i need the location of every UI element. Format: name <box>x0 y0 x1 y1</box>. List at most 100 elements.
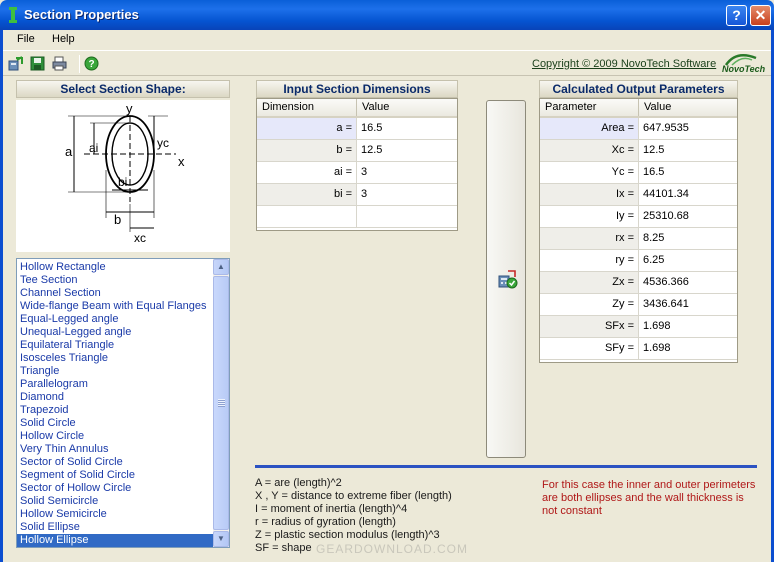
help-icon[interactable]: ? <box>84 56 99 71</box>
shape-list-item[interactable]: Channel Section <box>17 287 213 300</box>
shape-list-item[interactable]: Solid Circle <box>17 417 213 430</box>
row-value[interactable]: 4536.366 <box>639 272 737 293</box>
diagram-label-xc: xc <box>134 231 146 245</box>
vertical-scrollbar[interactable]: ▲ ▼ <box>213 259 229 547</box>
shape-list-item[interactable]: Hollow Rectangle <box>17 261 213 274</box>
row-label: ai = <box>257 162 357 183</box>
output-grid: Parameter Value Area = 647.9535 Xc = 12.5 Yc… <box>539 98 738 363</box>
shape-note: For this case the inner and outer perime… <box>542 479 756 517</box>
shape-list-item[interactable]: Equilateral Triangle <box>17 339 213 352</box>
row-value[interactable]: 16.5 <box>357 118 457 139</box>
scroll-thumb[interactable] <box>213 276 229 530</box>
table-row: Area = 647.9535 <box>540 118 737 140</box>
toolbar: ? Copyright © 2009 NovoTech Software Nov… <box>3 50 771 76</box>
print-icon[interactable] <box>52 56 67 71</box>
row-value[interactable]: 1.698 <box>639 316 737 337</box>
shape-list-item[interactable]: Tee Section <box>17 274 213 287</box>
legend-line: r = radius of gyration (length) <box>255 516 396 528</box>
calculator-icon[interactable] <box>8 56 23 71</box>
table-row: Yc = 16.5 <box>540 162 737 184</box>
novotech-logo: NovoTech <box>722 52 772 76</box>
table-row: rx = 8.25 <box>540 228 737 250</box>
input-grid: Dimension Value a = 16.5 b = 12.5 ai = 3 bi = 3 <box>256 98 458 231</box>
shape-list-item[interactable]: Wide-flange Beam with Equal Flanges <box>17 300 213 313</box>
row-label: SFy = <box>540 338 639 359</box>
table-row: ry = 6.25 <box>540 250 737 272</box>
app-icon <box>9 7 17 23</box>
row-value[interactable]: 1.698 <box>639 338 737 359</box>
diagram-label-b: b <box>114 212 121 227</box>
table-row: Ix = 44101.34 <box>540 184 737 206</box>
close-window-button[interactable]: ✕ <box>750 5 771 26</box>
shape-list-items: Hollow Rectangle Tee Section Channel Secti… <box>17 261 213 547</box>
row-value[interactable]: 16.5 <box>639 162 737 183</box>
table-row: Zy = 3436.641 <box>540 294 737 316</box>
toolbar-separator <box>79 55 80 73</box>
title-bar: Section Properties ? ✕ <box>0 0 774 30</box>
output-grid-header: Parameter Value <box>540 99 737 118</box>
row-value[interactable]: 647.9535 <box>639 118 737 139</box>
row-value[interactable] <box>357 206 457 227</box>
shape-list-item[interactable]: Hollow Semicircle <box>17 508 213 521</box>
shape-list-item[interactable]: Hollow Circle <box>17 430 213 443</box>
row-value[interactable]: 12.5 <box>357 140 457 161</box>
save-icon[interactable] <box>30 56 45 71</box>
scroll-up-icon[interactable]: ▲ <box>213 259 229 275</box>
calculate-icon <box>498 270 518 289</box>
table-row: Zx = 4536.366 <box>540 272 737 294</box>
row-value[interactable]: 6.25 <box>639 250 737 271</box>
section-diagram: y a ai yc x bi b xc <box>16 100 230 252</box>
legend-line: A = are (length)^2 <box>255 477 342 489</box>
shape-list-item[interactable]: Hollow Ellipse <box>17 534 213 547</box>
scroll-grip-icon <box>218 399 225 407</box>
shape-list-item[interactable]: Sector of Hollow Circle <box>17 482 213 495</box>
row-value[interactable]: 3 <box>357 184 457 205</box>
row-label: SFx = <box>540 316 639 337</box>
menu-help[interactable]: Help <box>52 33 75 45</box>
shape-list-item[interactable]: Solid Ellipse <box>17 521 213 534</box>
shape-list-item[interactable]: Unequal-Legged angle <box>17 326 213 339</box>
shape-list-item[interactable]: Diamond <box>17 391 213 404</box>
scroll-down-icon[interactable]: ▼ <box>213 531 229 547</box>
shape-list-item[interactable]: Sector of Solid Circle <box>17 456 213 469</box>
table-row: Xc = 12.5 <box>540 140 737 162</box>
row-label: Xc = <box>540 140 639 161</box>
row-value[interactable]: 44101.34 <box>639 184 737 205</box>
row-value[interactable]: 8.25 <box>639 228 737 249</box>
help-window-button[interactable]: ? <box>726 5 747 26</box>
row-value[interactable]: 25310.68 <box>639 206 737 227</box>
calculate-button[interactable] <box>486 100 526 458</box>
shape-list-item[interactable]: Parallelogram <box>17 378 213 391</box>
shape-list-item[interactable]: Segment of Solid Circle <box>17 469 213 482</box>
shape-list-item[interactable]: Solid Semicircle <box>17 495 213 508</box>
row-label: Zx = <box>540 272 639 293</box>
window-border-left <box>0 30 3 562</box>
table-row: Iy = 25310.68 <box>540 206 737 228</box>
output-panel-header: Calculated Output Parameters <box>539 80 738 98</box>
shape-list-item[interactable]: Trapezoid <box>17 404 213 417</box>
menu-file[interactable]: File <box>17 33 35 45</box>
legend-line: X , Y = distance to extreme fiber (lengt… <box>255 490 452 502</box>
column-output-value: Value <box>644 101 672 113</box>
diagram-label-y: y <box>126 101 133 116</box>
shape-list-item[interactable]: Very Thin Annulus <box>17 443 213 456</box>
table-row: SFy = 1.698 <box>540 338 737 360</box>
copyright-link[interactable]: Copyright © 2009 NovoTech Software <box>532 58 716 70</box>
shape-list-item[interactable]: Equal-Legged angle <box>17 313 213 326</box>
shape-list-item[interactable]: Isosceles Triangle <box>17 352 213 365</box>
table-row: b = 12.5 <box>257 140 457 162</box>
row-label: Yc = <box>540 162 639 183</box>
input-panel-header: Input Section Dimensions <box>256 80 458 98</box>
row-label: rx = <box>540 228 639 249</box>
row-value[interactable]: 3436.641 <box>639 294 737 315</box>
row-value[interactable]: 12.5 <box>639 140 737 161</box>
table-row <box>257 206 457 228</box>
shape-list-item[interactable]: Triangle <box>17 365 213 378</box>
watermark: GEARDOWNLOAD.COM <box>316 542 469 556</box>
row-label: Area = <box>540 118 639 139</box>
menu-bar: File Help <box>3 30 771 50</box>
column-dimension: Dimension <box>257 99 357 116</box>
row-value[interactable]: 3 <box>357 162 457 183</box>
shape-list[interactable]: Hollow Rectangle Tee Section Channel Secti… <box>16 258 230 548</box>
row-label <box>257 206 357 227</box>
